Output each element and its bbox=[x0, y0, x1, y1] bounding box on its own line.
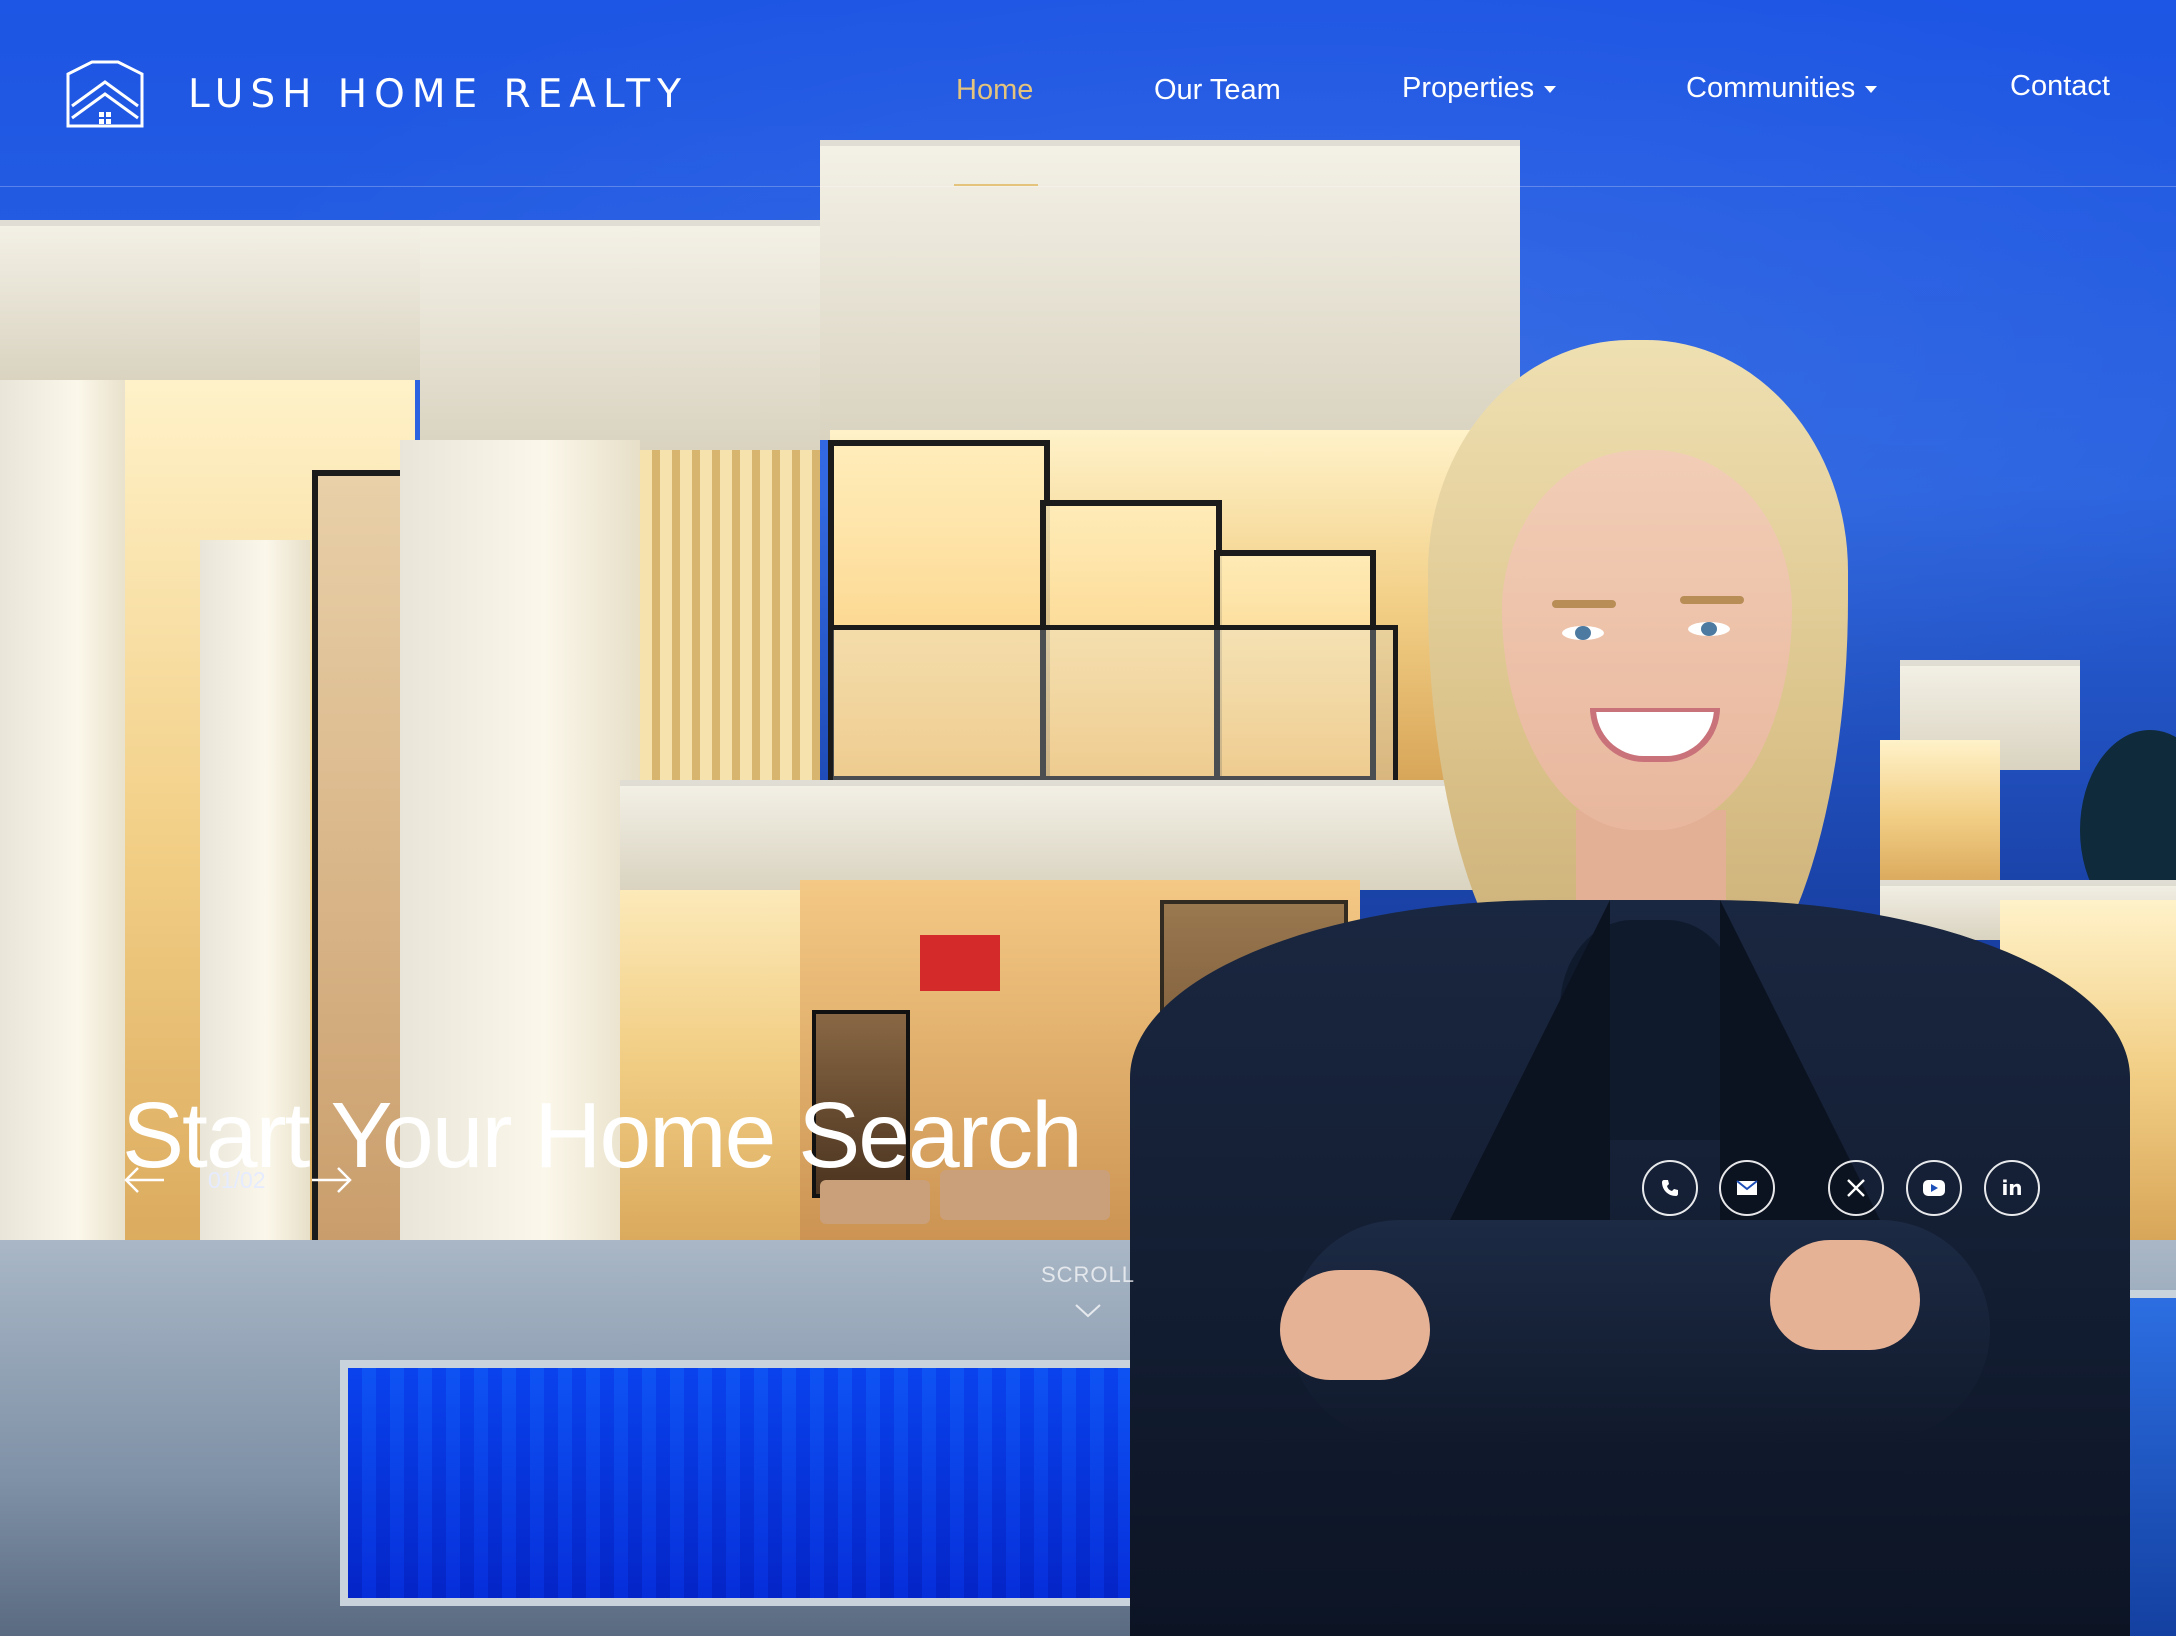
phone-icon bbox=[1662, 1180, 1678, 1196]
arrow-right-icon[interactable] bbox=[310, 1166, 354, 1194]
nav-our-team-label: Our Team bbox=[1154, 74, 1281, 106]
nav-contact-label: Contact bbox=[2010, 70, 2110, 102]
nav-home[interactable]: Home bbox=[956, 74, 1033, 107]
x-button[interactable] bbox=[1828, 1160, 1884, 1216]
agent-portrait bbox=[1130, 340, 2130, 1636]
chevron-down-icon bbox=[1544, 86, 1557, 93]
slide-counter: 01/02 bbox=[208, 1166, 266, 1193]
main-nav: Home Our Team Properties Communities Con… bbox=[0, 70, 2176, 130]
slider-controls: 01/02 bbox=[122, 1166, 354, 1194]
nav-contact[interactable]: Contact bbox=[2010, 70, 2110, 103]
scroll-indicator[interactable]: SCROLL bbox=[1040, 1262, 1136, 1318]
chevron-down-icon bbox=[1075, 1304, 1101, 1318]
hero-section: LUSH HOME REALTY Home Our Team Propertie… bbox=[0, 0, 2176, 1636]
site-header: LUSH HOME REALTY Home Our Team Propertie… bbox=[0, 0, 2176, 187]
nav-active-indicator bbox=[954, 184, 1038, 186]
youtube-button[interactable] bbox=[1906, 1160, 1962, 1216]
nav-our-team[interactable]: Our Team bbox=[1154, 74, 1281, 107]
arrow-left-icon[interactable] bbox=[122, 1166, 166, 1194]
linkedin-icon: in bbox=[2001, 1176, 2023, 1200]
nav-home-label: Home bbox=[956, 74, 1034, 106]
nav-properties[interactable]: Properties bbox=[1402, 72, 1557, 105]
scroll-label: SCROLL bbox=[1040, 1262, 1136, 1287]
x-icon bbox=[1847, 1179, 1865, 1197]
phone-button[interactable] bbox=[1642, 1160, 1698, 1216]
nav-communities-label: Communities bbox=[1686, 72, 1856, 104]
email-icon bbox=[1736, 1180, 1758, 1195]
linkedin-button[interactable]: in bbox=[1984, 1160, 2040, 1216]
nav-properties-label: Properties bbox=[1402, 72, 1535, 104]
chevron-down-icon bbox=[1865, 86, 1878, 93]
email-button[interactable] bbox=[1719, 1160, 1775, 1216]
nav-communities[interactable]: Communities bbox=[1686, 72, 1878, 105]
youtube-icon bbox=[1923, 1180, 1945, 1196]
